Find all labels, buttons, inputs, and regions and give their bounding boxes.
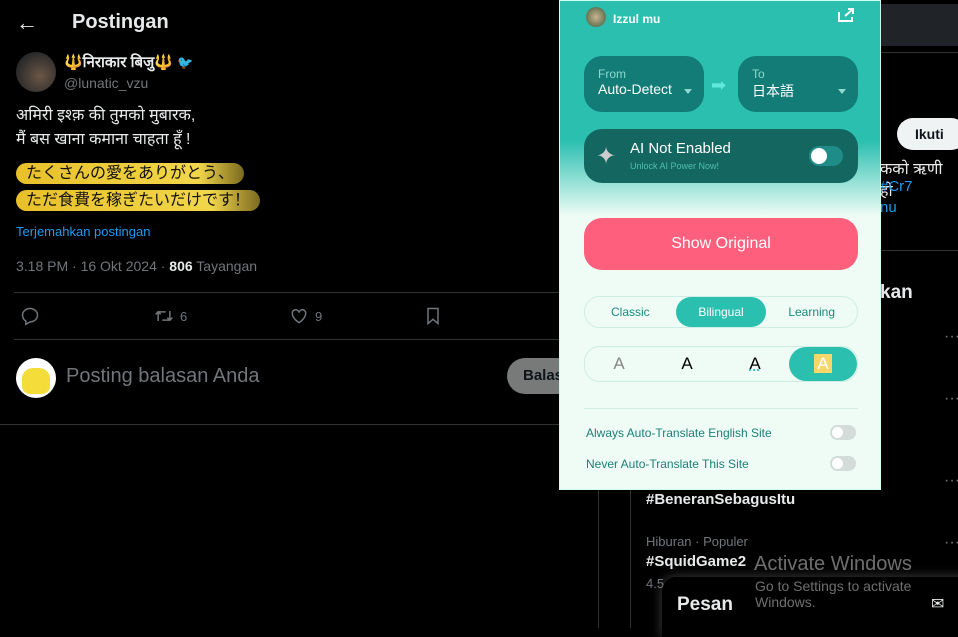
style-highlight[interactable]: A bbox=[789, 347, 857, 381]
mode-selector: Classic Bilingual Learning bbox=[584, 296, 858, 328]
back-button[interactable]: ← bbox=[16, 10, 38, 36]
always-translate-label: Always Auto-Translate English Site bbox=[586, 426, 772, 440]
heart-icon bbox=[291, 308, 307, 324]
activate-windows-hint: Go to Settings to activate Windows. bbox=[755, 578, 912, 610]
ai-toggle[interactable] bbox=[809, 146, 843, 166]
always-translate-toggle[interactable] bbox=[830, 425, 856, 440]
reply-input[interactable]: Posting balasan Anda bbox=[66, 365, 260, 388]
mention-link[interactable]: nu bbox=[880, 199, 897, 216]
hashtag-link[interactable]: #Cr7 bbox=[880, 178, 913, 195]
retweet-button[interactable]: 6 bbox=[154, 306, 187, 326]
to-language-select[interactable]: To 日本語 bbox=[738, 56, 858, 112]
divider bbox=[14, 339, 598, 340]
user-name: Izzul mu bbox=[613, 12, 661, 26]
show-original-button[interactable]: Show Original bbox=[584, 218, 858, 270]
activate-windows-watermark: Activate Windows bbox=[754, 553, 912, 575]
post-meta: 3.18 PM · 16 Okt 2024 · 806 Tayangan bbox=[16, 258, 258, 274]
divider bbox=[0, 424, 598, 425]
mode-classic[interactable]: Classic bbox=[585, 297, 676, 327]
author-handle[interactable]: @lunatic_vzu bbox=[64, 75, 148, 91]
sparkle-icon: ✦ bbox=[596, 143, 617, 170]
ai-subtitle: Unlock AI Power Now! bbox=[630, 161, 720, 171]
translation-line: ただ食費を稼ぎたいだけです！ bbox=[16, 190, 261, 211]
comment-icon bbox=[21, 307, 39, 326]
retweet-icon bbox=[155, 310, 173, 322]
section-heading: kan bbox=[880, 282, 913, 303]
twitter-bird-icon: 🐦 bbox=[177, 55, 194, 70]
trend-item[interactable]: #SquidGame2 bbox=[646, 553, 746, 570]
style-selector: A A A A bbox=[584, 346, 858, 382]
user-avatar bbox=[586, 7, 606, 27]
share-icon[interactable] bbox=[837, 7, 855, 23]
like-button[interactable]: 9 bbox=[289, 306, 322, 326]
search-input[interactable] bbox=[880, 4, 958, 46]
style-bold[interactable]: A bbox=[653, 347, 721, 381]
translator-popup: Izzul mu From Auto-Detect ➡ To 日本語 ✦ AI No… bbox=[559, 0, 881, 490]
from-language-select[interactable]: From Auto-Detect bbox=[584, 56, 704, 112]
style-plain[interactable]: A bbox=[585, 347, 653, 381]
author-avatar[interactable] bbox=[16, 52, 56, 92]
bookmark-icon bbox=[427, 307, 439, 326]
author-name[interactable]: 🔱निराकार बिजु🔱 🐦 bbox=[64, 52, 193, 72]
divider bbox=[584, 408, 858, 409]
caret-down-icon bbox=[838, 89, 846, 94]
user-avatar bbox=[16, 358, 56, 398]
more-icon[interactable]: ··· bbox=[944, 472, 958, 490]
translation-line: たくさんの愛をありがとう、 bbox=[16, 163, 245, 184]
messages-title: Pesan bbox=[677, 594, 733, 615]
bookmark-button[interactable] bbox=[423, 306, 443, 326]
trend-category: Hiburan · Populer bbox=[646, 534, 748, 549]
mode-learning[interactable]: Learning bbox=[766, 297, 857, 327]
divider bbox=[14, 292, 598, 293]
arrow-right-icon: ➡ bbox=[711, 75, 727, 95]
never-translate-toggle[interactable] bbox=[830, 456, 856, 471]
post-text: अमिरी इश्क़ की तुमको मुबारक, मैं बस खाना… bbox=[16, 107, 196, 148]
translate-post-link[interactable]: Terjemahkan postingan bbox=[16, 224, 150, 239]
follow-button[interactable]: Ikuti bbox=[897, 118, 958, 150]
style-underline[interactable]: A bbox=[721, 347, 789, 381]
trend-item[interactable]: #BeneranSebagusItu bbox=[646, 491, 795, 508]
more-icon[interactable]: ··· bbox=[944, 390, 958, 408]
more-icon[interactable]: ··· bbox=[944, 534, 958, 552]
divider bbox=[880, 250, 958, 251]
mode-bilingual[interactable]: Bilingual bbox=[675, 297, 767, 327]
caret-down-icon bbox=[684, 89, 692, 94]
more-icon[interactable]: ··· bbox=[944, 328, 958, 346]
never-translate-label: Never Auto-Translate This Site bbox=[586, 457, 749, 471]
ai-panel: ✦ AI Not Enabled Unlock AI Power Now! bbox=[584, 129, 858, 183]
reply-button[interactable] bbox=[20, 306, 40, 326]
ai-title: AI Not Enabled bbox=[630, 140, 731, 157]
page-title: Postingan bbox=[72, 11, 169, 33]
divider bbox=[880, 52, 958, 53]
